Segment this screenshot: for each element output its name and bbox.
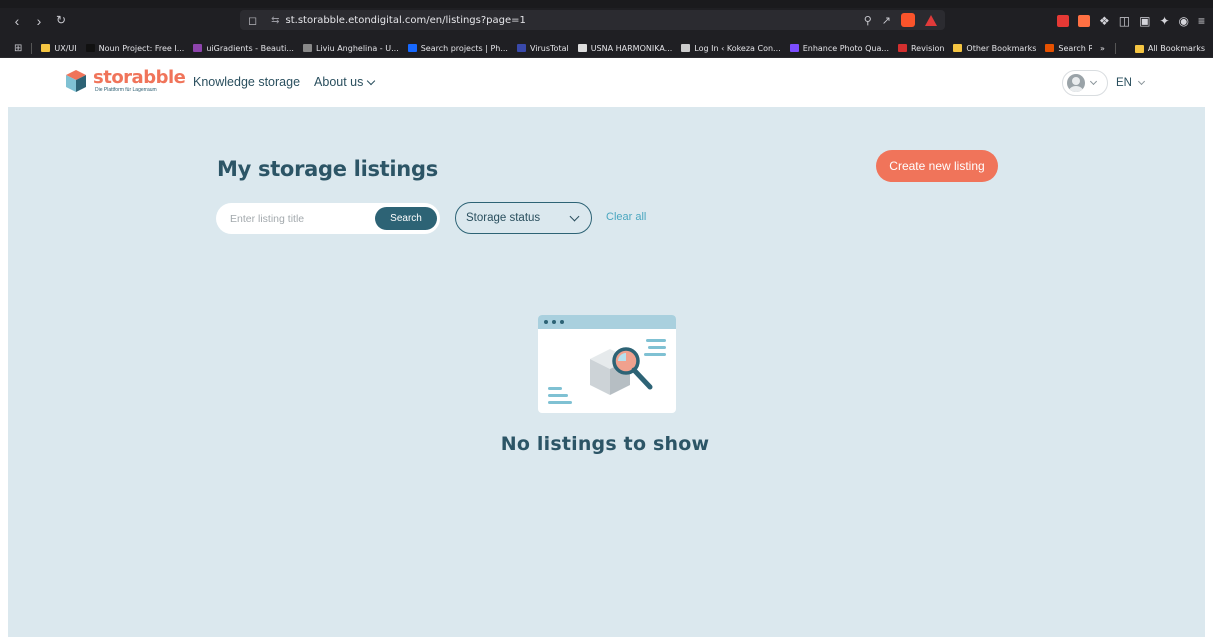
chevron-down-icon	[1137, 77, 1146, 86]
navigation-row: ‹ › ↻ ◻ ⇆ st.storabble.etondigital.com/e…	[0, 8, 1213, 34]
bookmarks-bar: ⊞ UX/UI Noun Project: Free I... uiGradient…	[0, 39, 1213, 58]
bookmark-item[interactable]: Search projects | Ph...	[407, 43, 508, 53]
nav-about-us-label: About us	[314, 75, 364, 89]
bookmark-label: Log In ‹ Kokeza Con...	[694, 43, 781, 53]
wallet-icon[interactable]: ▣	[1139, 14, 1150, 28]
bookmark-item[interactable]: uiGradients - Beauti...	[193, 44, 294, 53]
bookmark-label: Noun Project: Free I...	[98, 43, 185, 53]
browser-toolbar: ‹ › ↻ ◻ ⇆ st.storabble.etondigital.com/e…	[0, 0, 1213, 39]
user-menu-button[interactable]	[1062, 70, 1108, 96]
url-text[interactable]: st.storabble.etondigital.com/en/listings…	[286, 15, 526, 26]
bookmark-favicon-icon	[897, 44, 907, 52]
bookmark-favicon-icon	[1045, 44, 1055, 52]
empty-state-illustration	[538, 315, 676, 413]
bookmark-item[interactable]: VirusTotal	[516, 43, 569, 53]
chevron-down-icon	[569, 211, 580, 221]
bookmark-separator	[31, 42, 33, 54]
back-icon[interactable]: ‹	[8, 13, 26, 29]
bookmark-item[interactable]: Enhance Photo Qua...	[789, 43, 889, 53]
user-area: EN	[1062, 70, 1146, 96]
storage-status-select[interactable]: Storage status	[455, 202, 592, 234]
address-bar[interactable]: ◻ ⇆ st.storabble.etondigital.com/en/list…	[240, 10, 945, 30]
sidebar-icon[interactable]: ◫	[1119, 14, 1130, 28]
bookmark-item[interactable]: Liviu Anghelina - U...	[302, 43, 399, 53]
search-button[interactable]: Search	[375, 207, 437, 230]
search-box: Search	[216, 203, 440, 234]
all-bookmarks-folder[interactable]: All Bookmarks	[1134, 44, 1205, 53]
language-selector[interactable]: EN	[1116, 77, 1146, 89]
extension-icon[interactable]	[1077, 15, 1090, 27]
logo-text: storabble	[93, 67, 186, 88]
clear-all-link[interactable]: Clear all	[606, 211, 646, 223]
bookmark-favicon-icon	[193, 44, 203, 52]
bookmark-item[interactable]: Revision	[897, 43, 945, 53]
bookmark-favicon-icon	[407, 44, 417, 52]
bookmark-item[interactable]: Noun Project: Free I...	[85, 43, 185, 53]
folder-icon	[1134, 44, 1144, 53]
nav-about-us[interactable]: About us	[314, 75, 376, 89]
bookmark-favicon-icon	[302, 44, 312, 52]
main-nav: Knowledge storage About us	[193, 75, 376, 89]
more-bookmarks-icon[interactable]: »	[1100, 44, 1105, 53]
bookmarks-right: » All Bookmarks	[1091, 39, 1205, 57]
logo[interactable]: storabble Die Plattform für Lagerraum	[65, 67, 186, 93]
site-info-icon[interactable]: ⇆	[271, 15, 279, 26]
empty-state-text: No listings to show	[500, 433, 710, 455]
bookmark-label: Enhance Photo Qua...	[802, 43, 889, 53]
bookmark-label: UX/UI	[54, 43, 77, 53]
bookmark-favicon-icon	[953, 44, 963, 52]
all-bookmarks-label: All Bookmarks	[1147, 44, 1205, 53]
bookmark-item[interactable]: UX/UI	[41, 43, 77, 53]
brave-rewards-icon[interactable]	[925, 14, 937, 26]
share-icon[interactable]: ↗	[882, 14, 891, 27]
bookmark-label: Search projects | Ph...	[420, 43, 508, 53]
reload-icon[interactable]: ↻	[52, 13, 70, 29]
tab-strip	[0, 0, 1213, 8]
vpn-icon[interactable]: ◉	[1179, 14, 1189, 28]
bookmark-item[interactable]: Other Bookmarks	[953, 44, 1036, 53]
bookmark-icon[interactable]: ◻	[248, 14, 257, 27]
logo-cube-icon	[66, 70, 86, 92]
site-header: storabble Die Plattform für Lagerraum Kn…	[0, 59, 1213, 107]
bookmark-label: Other Bookmarks	[966, 43, 1037, 53]
chevron-down-icon	[367, 76, 376, 85]
bookmark-label: Liviu Anghelina - U...	[315, 43, 399, 53]
bookmark-label: uiGradients - Beauti...	[206, 43, 294, 53]
empty-state-message: No listings to show	[8, 433, 1205, 455]
nav-knowledge-storage[interactable]: Knowledge storage	[193, 75, 300, 89]
bookmark-item[interactable]: Log In ‹ Kokeza Con...	[681, 43, 781, 53]
brave-shield-icon[interactable]	[901, 13, 915, 27]
bookmark-label: VirusTotal	[529, 43, 569, 53]
bookmark-favicon-icon	[516, 44, 526, 52]
bookmark-label: Revision	[910, 43, 945, 53]
page-title: My storage listings	[217, 157, 438, 181]
bookmark-label: USNA HARMONIKA...	[590, 43, 673, 53]
bookmark-favicon-icon	[85, 44, 95, 52]
search-input[interactable]	[230, 212, 370, 225]
main-content: My storage listings Create new listing S…	[8, 107, 1205, 637]
avatar-icon	[1067, 74, 1085, 92]
bookmark-item[interactable]: USNA HARMONIKA...	[577, 43, 673, 53]
bookmark-favicon-icon	[681, 44, 691, 52]
bookmark-separator	[1114, 43, 1116, 54]
pdf-extension-icon[interactable]	[1056, 15, 1069, 27]
apps-icon[interactable]: ⊞	[14, 43, 22, 54]
forward-icon[interactable]: ›	[30, 13, 48, 29]
storage-status-label: Storage status	[466, 212, 541, 224]
leo-icon[interactable]: ✦	[1159, 14, 1169, 28]
key-icon[interactable]: ⚲	[864, 14, 872, 27]
extensions-icon[interactable]: ❖	[1099, 14, 1110, 28]
create-listing-button[interactable]: Create new listing	[876, 150, 998, 182]
bookmark-favicon-icon	[789, 44, 799, 52]
menu-icon[interactable]: ≡	[1198, 14, 1205, 28]
bookmark-favicon-icon	[41, 44, 51, 52]
bookmark-favicon-icon	[577, 44, 587, 52]
language-label: EN	[1116, 77, 1132, 89]
chevron-down-icon	[1089, 77, 1098, 86]
page-ruler	[1205, 107, 1213, 637]
bookmark-list: UX/UI Noun Project: Free I... uiGradients …	[41, 44, 1157, 53]
